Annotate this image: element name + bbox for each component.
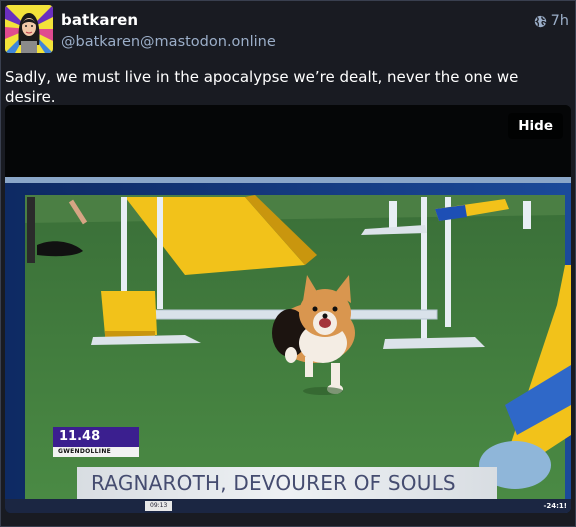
post-content: Sadly, we must live in the apocalypse we… — [5, 68, 519, 106]
media-attachment[interactable]: Hide 11.48 GWENDOLLINE RAGNAROTH, DEVOUR… — [5, 105, 571, 513]
relative-timestamp[interactable]: 7h — [551, 13, 569, 29]
ticker-right-text: -24:1! — [543, 502, 567, 510]
status-post[interactable]: batkaren @batkaren@mastodon.online 7h Sa… — [0, 0, 576, 527]
post-meta: 7h — [534, 13, 569, 29]
broadcast-ticker: 09:13 -24:1! — [5, 499, 571, 513]
score-value: 11.48 — [53, 427, 139, 447]
account-handle[interactable]: @batkaren@mastodon.online — [61, 34, 276, 50]
display-name[interactable]: batkaren — [61, 11, 138, 29]
ticker-clock: 09:13 — [145, 501, 173, 511]
globe-icon — [534, 15, 547, 28]
avatar[interactable] — [5, 5, 53, 53]
score-overlay: 11.48 GWENDOLLINE — [53, 427, 139, 459]
score-label: GWENDOLLINE — [53, 447, 139, 457]
broadcast-caption: RAGNAROTH, DEVOURER OF SOULS — [77, 467, 497, 499]
post-header: batkaren @batkaren@mastodon.online 7h — [1, 1, 576, 65]
avatar-image — [5, 5, 53, 53]
hide-media-button[interactable]: Hide — [508, 113, 563, 139]
